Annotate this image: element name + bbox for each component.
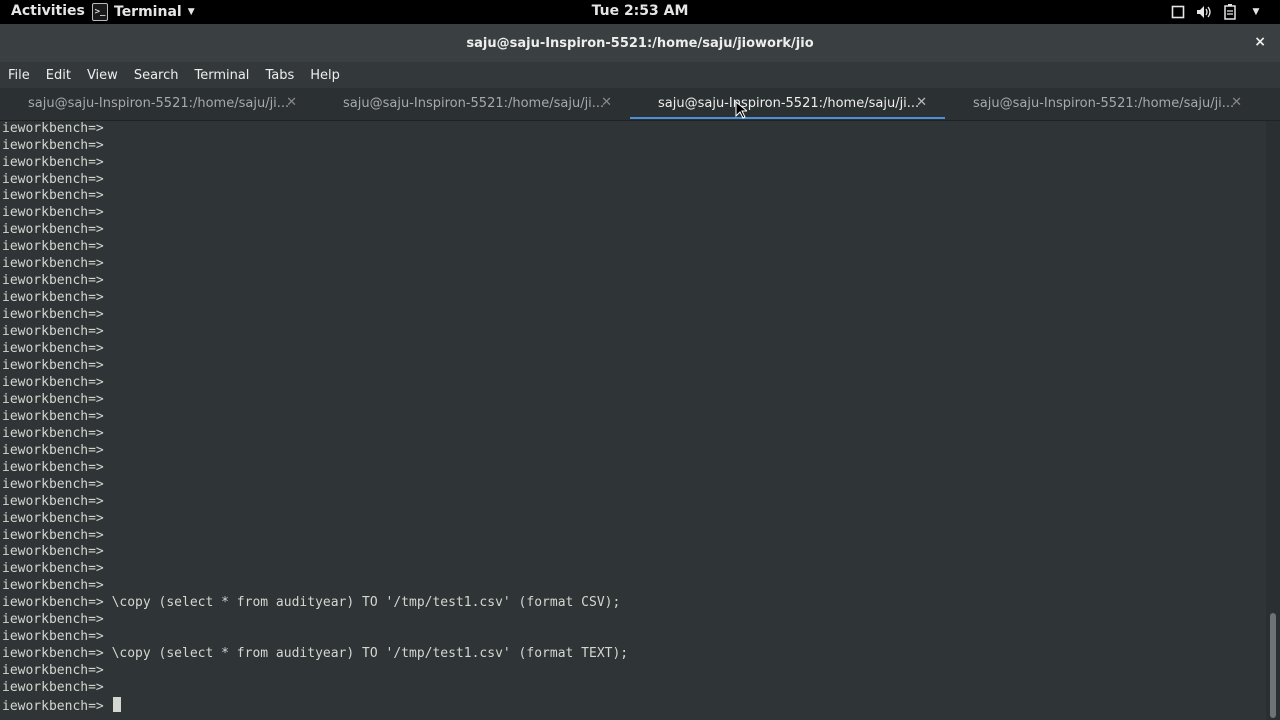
terminal-scrollbar[interactable] — [1266, 121, 1280, 720]
terminal-line: ieworkbench=> — [2, 121, 104, 136]
menu-view[interactable]: View — [79, 68, 126, 83]
tab-label: saju@saju-Inspiron-5521:/home/saju/ji... — [343, 96, 605, 111]
terminal-line: ieworkbench=> — [2, 171, 104, 187]
battery-icon[interactable] — [1222, 4, 1238, 20]
tab-label: saju@saju-Inspiron-5521:/home/saju/ji... — [973, 96, 1235, 111]
terminal-prompt: ieworkbench=> — [2, 699, 112, 715]
window-titlebar[interactable]: saju@saju-Inspiron-5521:/home/saju/jiowo… — [0, 24, 1280, 62]
tab-4[interactable]: saju@saju-Inspiron-5521:/home/saju/ji...… — [945, 88, 1260, 120]
terminal-line: ieworkbench=> \copy (select * from audit… — [2, 646, 629, 662]
tab-label: saju@saju-Inspiron-5521:/home/saju/ji... — [658, 96, 920, 111]
terminal-line: ieworkbench=> — [2, 137, 104, 153]
menu-help[interactable]: Help — [302, 68, 348, 83]
menu-bar: File Edit View Search Terminal Tabs Help — [0, 62, 1280, 88]
menu-tabs[interactable]: Tabs — [257, 68, 302, 83]
volume-icon[interactable] — [1196, 4, 1212, 20]
tab-3[interactable]: saju@saju-Inspiron-5521:/home/saju/ji...… — [630, 88, 945, 120]
gnome-top-bar: Activities >_ Terminal ▼ Tue 2:53 AM ▼ — [0, 0, 1280, 24]
close-tab-icon[interactable]: ✕ — [286, 95, 297, 110]
tab-1[interactable]: saju@saju-Inspiron-5521:/home/saju/ji...… — [0, 88, 315, 120]
terminal-output[interactable]: ieworkbench=> ieworkbench=> ieworkbench=> i… — [0, 121, 1266, 720]
terminal-line: ieworkbench=> — [2, 578, 104, 594]
terminal-line: ieworkbench=> — [2, 341, 104, 357]
terminal-line: ieworkbench=> — [2, 307, 104, 323]
terminal-line: ieworkbench=> — [2, 374, 104, 390]
terminal-lines: ieworkbench=> ieworkbench=> ieworkbench=> i… — [2, 121, 628, 716]
system-tray[interactable]: ▼ — [1170, 0, 1264, 24]
terminal-line: ieworkbench=> — [2, 273, 104, 289]
tab-2[interactable]: saju@saju-Inspiron-5521:/home/saju/ji...… — [315, 88, 630, 120]
terminal-line: ieworkbench=> — [2, 188, 104, 204]
terminal-line: ieworkbench=> — [2, 493, 104, 509]
menu-terminal[interactable]: Terminal — [186, 68, 257, 83]
terminal-line: ieworkbench=> — [2, 324, 104, 340]
terminal-line: ieworkbench=> — [2, 205, 104, 221]
terminal-line: ieworkbench=> \copy (select * from audit… — [2, 595, 621, 611]
terminal-line: ieworkbench=> — [2, 561, 104, 577]
terminal-line: ieworkbench=> — [2, 408, 104, 424]
terminal-line: ieworkbench=> — [2, 239, 104, 255]
window-icon[interactable] — [1170, 4, 1186, 20]
scrollbar-thumb[interactable] — [1270, 613, 1276, 718]
terminal-input-line[interactable]: ieworkbench=> — [2, 697, 628, 716]
window-title: saju@saju-Inspiron-5521:/home/saju/jiowo… — [466, 36, 814, 51]
terminal-line: ieworkbench=> — [2, 459, 104, 475]
close-window-button[interactable]: × — [1254, 34, 1266, 50]
terminal-line: ieworkbench=> — [2, 290, 104, 306]
clock[interactable]: Tue 2:53 AM — [0, 3, 1280, 19]
terminal-line: ieworkbench=> — [2, 154, 104, 170]
terminal-line: ieworkbench=> — [2, 476, 104, 492]
menu-edit[interactable]: Edit — [38, 68, 79, 83]
terminal-line: ieworkbench=> — [2, 391, 104, 407]
text-cursor — [112, 697, 121, 713]
terminal-line: ieworkbench=> — [2, 256, 104, 272]
terminal-line: ieworkbench=> — [2, 222, 104, 238]
terminal-line: ieworkbench=> — [2, 544, 104, 560]
terminal-line: ieworkbench=> — [2, 442, 104, 458]
tab-label: saju@saju-Inspiron-5521:/home/saju/ji... — [28, 96, 290, 111]
menu-file[interactable]: File — [0, 68, 38, 83]
terminal-line: ieworkbench=> — [2, 612, 104, 628]
terminal-line: ieworkbench=> — [2, 425, 104, 441]
tab-bar: saju@saju-Inspiron-5521:/home/saju/ji...… — [0, 88, 1280, 121]
terminal-line: ieworkbench=> — [2, 663, 104, 679]
chevron-down-icon[interactable]: ▼ — [1248, 4, 1264, 20]
terminal-line: ieworkbench=> — [2, 527, 104, 543]
close-tab-icon[interactable]: ✕ — [916, 95, 927, 110]
terminal-line: ieworkbench=> — [2, 357, 104, 373]
terminal-line: ieworkbench=> — [2, 629, 104, 645]
terminal-line: ieworkbench=> — [2, 510, 104, 526]
terminal-line: ieworkbench=> — [2, 680, 104, 696]
menu-search[interactable]: Search — [126, 68, 187, 83]
close-tab-icon[interactable]: ✕ — [1231, 95, 1242, 110]
close-tab-icon[interactable]: ✕ — [601, 95, 612, 110]
